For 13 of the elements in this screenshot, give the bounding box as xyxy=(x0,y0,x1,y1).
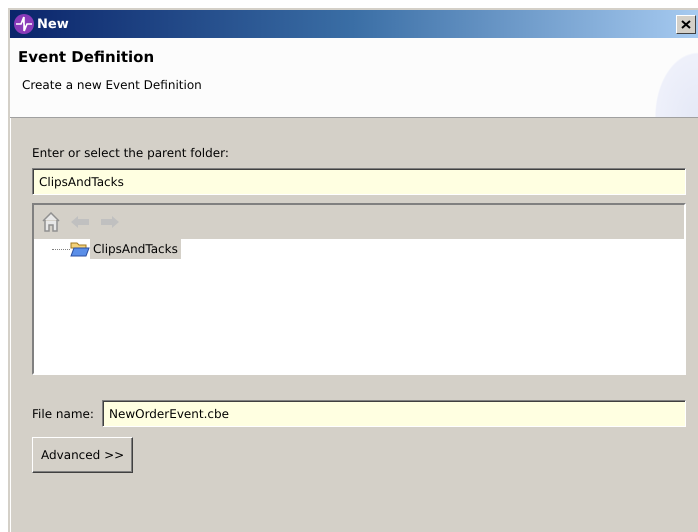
close-icon xyxy=(681,20,691,28)
open-folder-icon xyxy=(70,241,90,257)
page-description: Create a new Event Definition xyxy=(22,78,203,92)
advanced-button[interactable]: Advanced >> xyxy=(32,437,134,473)
file-name-label: File name: xyxy=(32,406,94,420)
parent-folder-label: Enter or select the parent folder: xyxy=(32,146,230,160)
app-logo-icon xyxy=(14,14,34,34)
window-title: New xyxy=(37,16,70,32)
parent-folder-field[interactable]: ClipsAndTacks xyxy=(32,168,686,195)
page-title: Event Definition xyxy=(18,48,156,66)
close-button[interactable] xyxy=(676,14,696,34)
file-name-field[interactable]: NewOrderEvent.cbe xyxy=(102,400,686,427)
tree-item[interactable]: ClipsAndTacks xyxy=(90,239,181,259)
